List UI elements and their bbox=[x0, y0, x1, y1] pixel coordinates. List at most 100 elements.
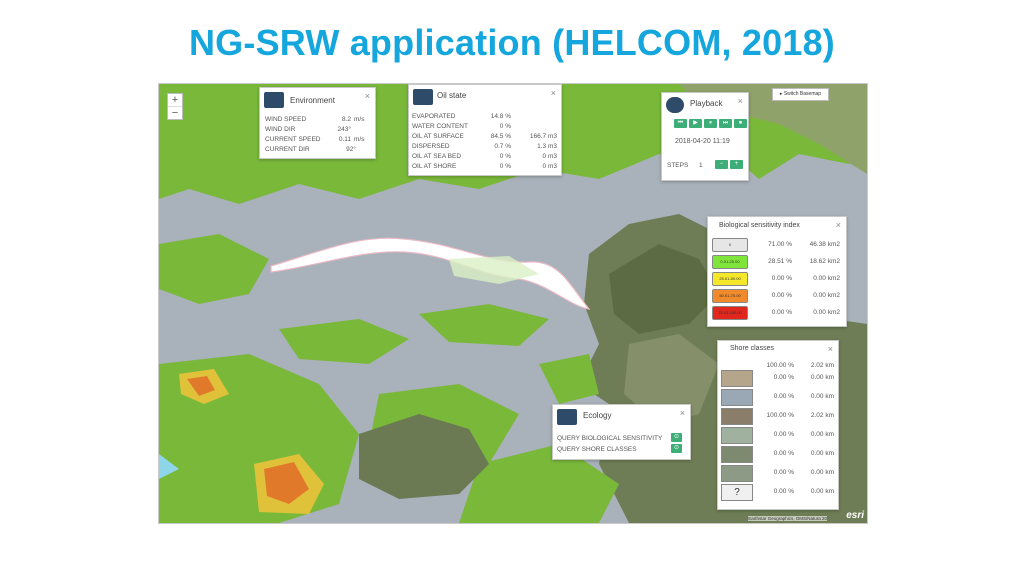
shore-class-thumbnail bbox=[721, 446, 753, 463]
ecology-icon bbox=[557, 409, 577, 425]
oil-row-label: DISPERSED bbox=[412, 143, 450, 150]
steps-label: STEPS bbox=[667, 162, 689, 169]
globe-icon bbox=[264, 92, 284, 108]
shore-total-len: 2.02 km bbox=[810, 362, 834, 369]
env-row-value: 8.2 bbox=[341, 116, 351, 123]
biological-sensitivity-panel: Biological sensitivity index × 0 71.00 %… bbox=[707, 216, 847, 327]
bio-pct: 28.51 % bbox=[768, 258, 792, 265]
forward-button[interactable]: ⏭ bbox=[719, 119, 732, 128]
oil-row-label: OIL AT SHORE bbox=[412, 163, 457, 170]
bio-area: 18.62 km2 bbox=[809, 258, 840, 265]
oil-row-amount: 166.7 m3 bbox=[529, 133, 557, 140]
bio-swatch: 50.01-75.00 bbox=[712, 289, 748, 303]
shore-pct: 100.00 % bbox=[766, 412, 794, 419]
oil-row-pct: 14.8 % bbox=[490, 113, 511, 120]
bio-pct: 0.00 % bbox=[771, 309, 792, 316]
shore-pct: 0.00 % bbox=[773, 469, 794, 476]
playback-datetime: 2018-04-20 11:19 bbox=[675, 138, 730, 145]
oil-row-pct: 0 % bbox=[499, 163, 511, 170]
map-view[interactable]: + − ▸ Switch Basemap Environment × WIND … bbox=[158, 83, 868, 524]
esri-logo: esri bbox=[846, 510, 864, 521]
switch-basemap-button[interactable]: ▸ Switch Basemap bbox=[772, 88, 829, 101]
oil-row-pct: 0 % bbox=[499, 153, 511, 160]
slide-title: NG-SRW application (HELCOM, 2018) bbox=[188, 22, 835, 63]
close-icon[interactable]: × bbox=[365, 91, 370, 101]
env-row-label: WIND DIR bbox=[265, 126, 296, 133]
oil-state-panel: Oil state × EVAPORATED 14.8 % WATER CONT… bbox=[408, 84, 562, 176]
shore-classes-title: Shore classes bbox=[730, 345, 774, 352]
close-icon[interactable]: × bbox=[828, 344, 833, 354]
oil-row-pct: 84.5 % bbox=[490, 133, 511, 140]
stop-button[interactable]: ⏹ bbox=[734, 119, 747, 128]
shore-total-pct: 100.00 % bbox=[766, 362, 794, 369]
shore-pct: 0.00 % bbox=[773, 450, 794, 457]
oil-row-label: OIL AT SURFACE bbox=[412, 133, 464, 140]
shore-classes-panel: Shore classes × 100.00 % 2.02 km 0.00 % … bbox=[717, 340, 839, 510]
close-icon[interactable]: × bbox=[738, 96, 743, 106]
bio-pct: 71.00 % bbox=[768, 241, 792, 248]
shore-class-thumbnail bbox=[721, 408, 753, 425]
env-row-label: WIND SPEED bbox=[265, 116, 307, 123]
shore-len: 0.00 km bbox=[810, 431, 834, 438]
zoom-control: + − bbox=[167, 93, 183, 120]
rewind-button[interactable]: ⏮ bbox=[674, 119, 687, 128]
close-icon[interactable]: × bbox=[836, 220, 841, 230]
steps-plus-button[interactable]: + bbox=[730, 160, 743, 169]
playback-panel: Playback × ⏮ ▶ ⏸ ⏭ ⏹ 2018-04-20 11:19 ST… bbox=[661, 92, 749, 181]
zoom-out-button[interactable]: − bbox=[168, 107, 182, 119]
zoom-in-button[interactable]: + bbox=[168, 94, 182, 107]
oil-state-title: Oil state bbox=[437, 91, 467, 100]
bio-index-title: Biological sensitivity index bbox=[719, 222, 800, 229]
oil-row-label: EVAPORATED bbox=[412, 113, 456, 120]
shore-class-thumbnail bbox=[721, 465, 753, 482]
bio-area: 46.38 km2 bbox=[809, 241, 840, 248]
bio-swatch: 0.01-25.00 bbox=[712, 255, 748, 269]
env-row-value: 243° bbox=[337, 126, 351, 133]
ecology-panel: Ecology × QUERY BIOLOGICAL SENSITIVITY ⊙… bbox=[552, 404, 691, 460]
env-row-label: CURRENT SPEED bbox=[265, 136, 321, 143]
close-icon[interactable]: × bbox=[551, 88, 556, 98]
shore-len: 0.00 km bbox=[810, 450, 834, 457]
shore-class-thumbnail bbox=[721, 370, 753, 387]
play-button[interactable]: ▶ bbox=[689, 119, 702, 128]
env-row-label: CURRENT DIR bbox=[265, 146, 310, 153]
bio-area: 0.00 km2 bbox=[813, 309, 840, 316]
bio-swatch: 75.01-100.00 bbox=[712, 306, 748, 320]
query-shore-classes-label: QUERY SHORE CLASSES bbox=[557, 446, 637, 453]
steps-minus-button[interactable]: − bbox=[715, 160, 728, 169]
query-biological-sensitivity-button[interactable]: ⊙ bbox=[671, 433, 682, 442]
steps-value: 1 bbox=[699, 162, 703, 169]
close-icon[interactable]: × bbox=[680, 408, 685, 418]
playback-title: Playback bbox=[690, 99, 723, 108]
shore-len: 0.00 km bbox=[810, 374, 834, 381]
play-circle-icon bbox=[666, 97, 684, 113]
oil-row-pct: 0.7 % bbox=[494, 143, 511, 150]
env-row-value: 0.11 bbox=[338, 136, 351, 143]
shore-class-thumbnail bbox=[721, 427, 753, 444]
query-biological-sensitivity-label: QUERY BIOLOGICAL SENSITIVITY bbox=[557, 435, 663, 442]
oil-drop-icon bbox=[413, 89, 433, 105]
bio-area: 0.00 km2 bbox=[813, 292, 840, 299]
env-row-value: 92° bbox=[346, 146, 356, 153]
shore-len: 2.02 km bbox=[810, 412, 834, 419]
shore-pct: 0.00 % bbox=[773, 431, 794, 438]
bio-area: 0.00 km2 bbox=[813, 275, 840, 282]
oil-row-label: WATER CONTENT bbox=[412, 123, 468, 130]
bio-swatch: 0 bbox=[712, 238, 748, 252]
map-attribution: Earthstar Geographics, OMS/Natura 20 bbox=[748, 516, 827, 521]
shore-len: 0.00 km bbox=[810, 488, 834, 495]
bio-pct: 0.00 % bbox=[771, 275, 792, 282]
oil-row-amount: 0 m3 bbox=[542, 153, 557, 160]
environment-panel: Environment × WIND SPEED 8.2 m/s WIND DI… bbox=[259, 87, 376, 159]
query-shore-classes-button[interactable]: ⊙ bbox=[671, 444, 682, 453]
oil-row-amount: 0 m3 bbox=[542, 163, 557, 170]
shore-pct: 0.00 % bbox=[773, 374, 794, 381]
env-row-unit: m/s bbox=[354, 116, 365, 123]
oil-row-pct: 0 % bbox=[499, 123, 511, 130]
oil-row-amount: 1.3 m3 bbox=[537, 143, 557, 150]
bio-swatch: 25.01-50.00 bbox=[712, 272, 748, 286]
pause-button[interactable]: ⏸ bbox=[704, 119, 717, 128]
shore-pct: 0.00 % bbox=[773, 488, 794, 495]
bio-pct: 0.00 % bbox=[771, 292, 792, 299]
ecology-title: Ecology bbox=[583, 411, 612, 420]
